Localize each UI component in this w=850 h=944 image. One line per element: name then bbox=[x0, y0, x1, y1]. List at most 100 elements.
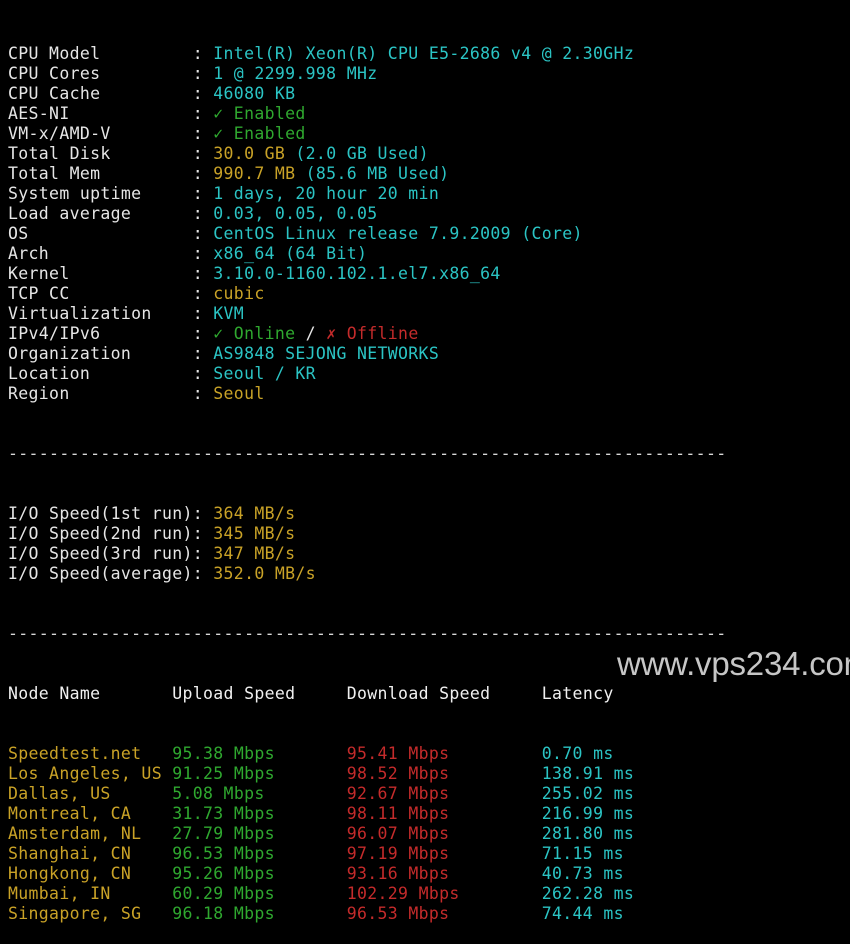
download-speed-cell: 98.11 Mbps bbox=[346, 804, 450, 823]
upload-speed-cell: 96.18 Mbps bbox=[172, 904, 275, 923]
field-separator: : bbox=[192, 104, 214, 123]
system-info-label: CPU Model bbox=[8, 44, 193, 63]
system-info-value: cubic bbox=[213, 284, 265, 303]
system-info-value: AS9848 SEJONG NETWORKS bbox=[213, 344, 440, 363]
system-info-row: System uptime : 1 days, 20 hour 20 min bbox=[8, 184, 850, 204]
column-gap bbox=[141, 904, 172, 923]
system-info-value: 1 days, 20 hour 20 min bbox=[213, 184, 440, 203]
column-gap bbox=[275, 864, 347, 883]
system-info-value: CentOS Linux release 7.9.2009 (Core) bbox=[213, 224, 583, 243]
node-name-cell: Speedtest.net bbox=[8, 744, 142, 763]
system-info-row: AES-NI : ✓ Enabled bbox=[8, 104, 850, 124]
field-separator: : bbox=[192, 184, 214, 203]
speedtest-row: Mumbai, IN 60.29 Mbps 102.29 Mbps 262.28… bbox=[8, 884, 850, 904]
field-separator: : bbox=[192, 264, 214, 283]
column-gap bbox=[275, 744, 347, 763]
column-gap bbox=[275, 764, 347, 783]
divider-line-1: ----------------------------------------… bbox=[8, 444, 727, 463]
system-info-row: Arch : x86_64 (64 Bit) bbox=[8, 244, 850, 264]
node-name-cell: Mumbai, IN bbox=[8, 884, 111, 903]
io-speed-label: I/O Speed(2nd run) bbox=[8, 524, 193, 543]
speedtest-row: Speedtest.net 95.38 Mbps 95.41 Mbps 0.70… bbox=[8, 744, 850, 764]
io-speed-row: I/O Speed(1st run): 364 MB/s bbox=[8, 504, 850, 524]
column-gap bbox=[449, 744, 541, 763]
column-header: Latency bbox=[541, 684, 614, 703]
system-info-row: OS : CentOS Linux release 7.9.2009 (Core… bbox=[8, 224, 850, 244]
system-info-value: (85.6 MB Used) bbox=[305, 164, 450, 183]
system-info-row: CPU Cores : 1 @ 2299.998 MHz bbox=[8, 64, 850, 84]
system-info-label: OS bbox=[8, 224, 193, 243]
upload-speed-cell: 91.25 Mbps bbox=[172, 764, 275, 783]
column-gap bbox=[141, 824, 172, 843]
field-separator: : bbox=[192, 224, 214, 243]
system-info-label: TCP CC bbox=[8, 284, 193, 303]
system-info-row: Load average : 0.03, 0.05, 0.05 bbox=[8, 204, 850, 224]
download-speed-cell: 96.07 Mbps bbox=[346, 824, 450, 843]
system-info-value: ✗ Offline bbox=[326, 324, 419, 343]
field-separator: : bbox=[192, 144, 214, 163]
system-info-label: Region bbox=[8, 384, 193, 403]
column-gap bbox=[131, 864, 172, 883]
field-separator: : bbox=[192, 504, 214, 523]
system-info-value: 0.03, 0.05, 0.05 bbox=[213, 204, 378, 223]
system-info-value: Intel(R) Xeon(R) CPU E5-2686 v4 @ 2.30GH… bbox=[213, 44, 635, 63]
column-gap bbox=[100, 684, 172, 703]
system-info-value: Seoul / KR bbox=[213, 364, 316, 383]
node-name-cell: Shanghai, CN bbox=[8, 844, 132, 863]
io-speed-value: 352.0 MB/s bbox=[213, 564, 316, 583]
speedtest-row: Amsterdam, NL 27.79 Mbps 96.07 Mbps 281.… bbox=[8, 824, 850, 844]
system-info-label: Kernel bbox=[8, 264, 193, 283]
system-info-label: Location bbox=[8, 364, 193, 383]
system-info-row: TCP CC : cubic bbox=[8, 284, 850, 304]
latency-cell: 71.15 ms bbox=[541, 844, 624, 863]
field-separator: : bbox=[192, 244, 214, 263]
system-info-label: Load average bbox=[8, 204, 193, 223]
field-separator: : bbox=[192, 64, 214, 83]
download-speed-cell: 96.53 Mbps bbox=[346, 904, 450, 923]
upload-speed-cell: 95.38 Mbps bbox=[172, 744, 275, 763]
column-gap bbox=[275, 824, 347, 843]
system-info-row: IPv4/IPv6 : ✓ Online / ✗ Offline bbox=[8, 324, 850, 344]
field-separator: : bbox=[192, 544, 214, 563]
speedtest-table-header: Node Name Upload Speed Download Speed La… bbox=[8, 684, 850, 704]
speedtest-row: Hongkong, CN 95.26 Mbps 93.16 Mbps 40.73… bbox=[8, 864, 850, 884]
system-info-row: Region : Seoul bbox=[8, 384, 850, 404]
node-name-cell: Montreal, CA bbox=[8, 804, 132, 823]
column-header: Node Name bbox=[8, 684, 101, 703]
system-info-label: Total Disk bbox=[8, 144, 193, 163]
system-info-row: Total Mem : 990.7 MB (85.6 MB Used) bbox=[8, 164, 850, 184]
system-info-row: Kernel : 3.10.0-1160.102.1.el7.x86_64 bbox=[8, 264, 850, 284]
column-gap bbox=[295, 684, 346, 703]
system-info-value: x86_64 (64 Bit) bbox=[213, 244, 368, 263]
column-gap bbox=[111, 884, 173, 903]
system-info-label: Virtualization bbox=[8, 304, 193, 323]
latency-cell: 74.44 ms bbox=[541, 904, 624, 923]
column-gap bbox=[275, 884, 347, 903]
system-info-row: CPU Model : Intel(R) Xeon(R) CPU E5-2686… bbox=[8, 44, 850, 64]
column-gap bbox=[275, 844, 347, 863]
system-info-label: Total Mem bbox=[8, 164, 193, 183]
column-gap bbox=[141, 744, 172, 763]
column-gap bbox=[449, 764, 541, 783]
column-gap bbox=[131, 804, 172, 823]
system-info-row: CPU Cache : 46080 KB bbox=[8, 84, 850, 104]
upload-speed-cell: 27.79 Mbps bbox=[172, 824, 275, 843]
field-separator: : bbox=[192, 44, 214, 63]
system-info-row: Total Disk : 30.0 GB (2.0 GB Used) bbox=[8, 144, 850, 164]
io-speed-label: I/O Speed(3rd run) bbox=[8, 544, 193, 563]
system-info-value: 1 @ 2299.998 MHz bbox=[213, 64, 378, 83]
io-speed-label: I/O Speed(1st run) bbox=[8, 504, 193, 523]
system-info-value: ✓ Enabled bbox=[213, 104, 306, 123]
system-info-value: / bbox=[295, 324, 327, 343]
speedtest-row: Shanghai, CN 96.53 Mbps 97.19 Mbps 71.15… bbox=[8, 844, 850, 864]
divider-line-2: ----------------------------------------… bbox=[8, 624, 727, 643]
io-speed-value: 364 MB/s bbox=[213, 504, 296, 523]
system-info-value: (2.0 GB Used) bbox=[295, 144, 429, 163]
terminal-output: CPU Model : Intel(R) Xeon(R) CPU E5-2686… bbox=[0, 0, 850, 923]
io-speed-label: I/O Speed(average) bbox=[8, 564, 193, 583]
system-info-value: 3.10.0-1160.102.1.el7.x86_64 bbox=[213, 264, 501, 283]
system-info-label: IPv4/IPv6 bbox=[8, 324, 193, 343]
latency-cell: 216.99 ms bbox=[541, 804, 635, 823]
download-speed-cell: 92.67 Mbps bbox=[346, 784, 450, 803]
column-gap bbox=[265, 784, 347, 803]
